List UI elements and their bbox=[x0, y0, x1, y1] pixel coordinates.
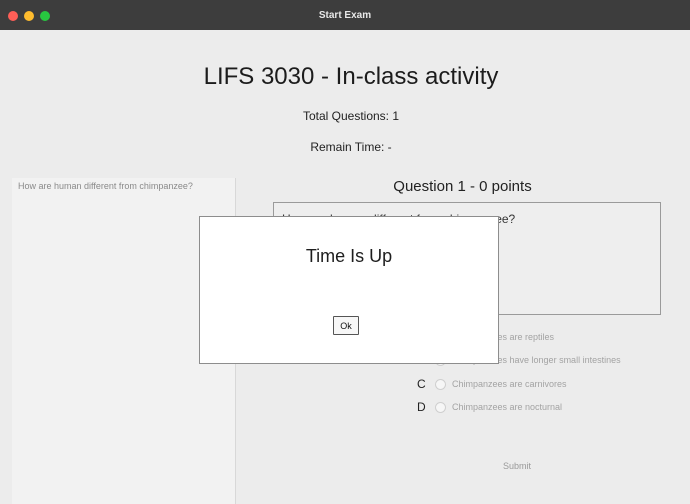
option-radio[interactable] bbox=[435, 378, 446, 390]
question-list-item[interactable]: How are human different from chimpanzee? bbox=[18, 181, 193, 191]
close-window-button[interactable] bbox=[8, 11, 18, 21]
remain-time-label: Remain Time: - bbox=[310, 140, 392, 154]
option-c[interactable]: C Chimpanzees are carnivores bbox=[417, 376, 567, 392]
time-up-dialog: Time Is Up Ok bbox=[199, 216, 499, 364]
option-text: Chimpanzees are carnivores bbox=[452, 379, 567, 389]
submit-button[interactable]: Submit bbox=[490, 457, 544, 475]
window-titlebar: Start Exam bbox=[0, 0, 690, 30]
option-letter: C bbox=[417, 377, 426, 391]
option-radio[interactable] bbox=[435, 401, 446, 413]
maximize-window-button[interactable] bbox=[40, 11, 50, 21]
option-letter: D bbox=[417, 400, 426, 414]
question-header: Question 1 - 0 points bbox=[393, 178, 532, 195]
ok-button[interactable]: Ok bbox=[333, 316, 359, 335]
option-d[interactable]: D Chimpanzees are nocturnal bbox=[417, 399, 562, 415]
dialog-title: Time Is Up bbox=[305, 246, 393, 266]
minimize-window-button[interactable] bbox=[24, 11, 34, 21]
window-title: Start Exam bbox=[318, 9, 372, 21]
option-text: Chimpanzees are nocturnal bbox=[452, 402, 563, 412]
exam-title: LIFS 3030 - In-class activity bbox=[203, 63, 499, 90]
window-controls bbox=[8, 11, 50, 21]
total-questions-label: Total Questions: 1 bbox=[302, 109, 400, 123]
